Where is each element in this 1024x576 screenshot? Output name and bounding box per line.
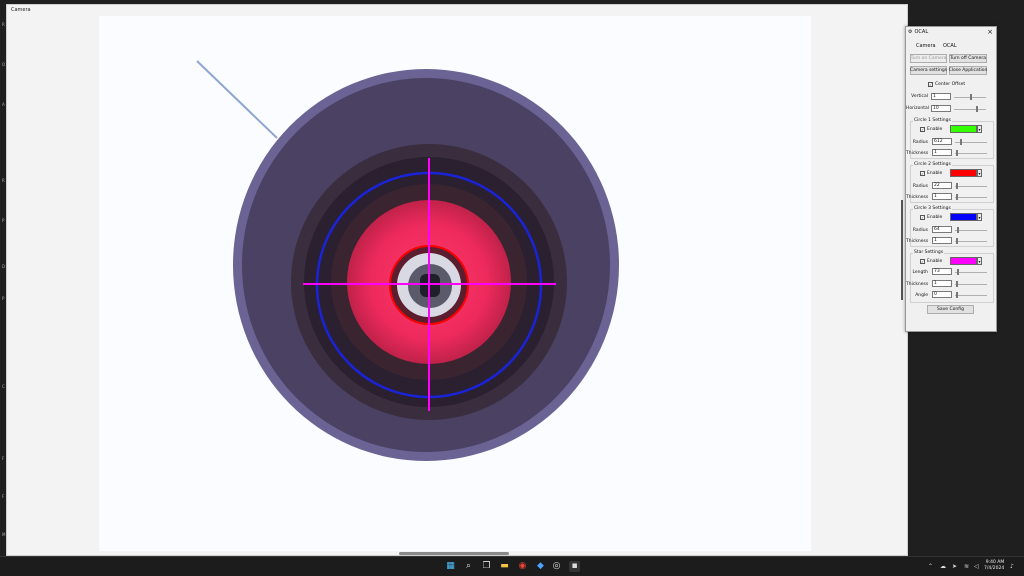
close-application-button[interactable]: Close Application bbox=[949, 66, 987, 75]
star-enable-checkbox[interactable]: ✓ Enable bbox=[920, 259, 942, 264]
vertical-label: Vertical bbox=[911, 94, 928, 99]
camera-app-icon[interactable]: ▪ bbox=[569, 561, 580, 572]
star-length-input[interactable]: 73 bbox=[932, 268, 952, 275]
star-color-swatch[interactable] bbox=[950, 257, 977, 265]
app-icon-2[interactable]: ◎ bbox=[551, 561, 562, 572]
circle-1-thickness-slider[interactable] bbox=[955, 150, 987, 156]
cloud-icon[interactable]: ☁ bbox=[940, 563, 946, 570]
camera-window: Camera bbox=[6, 4, 908, 556]
enable-label: Enable bbox=[927, 127, 943, 132]
tab-ocal[interactable]: OCAL bbox=[943, 43, 957, 49]
ocal-panel: ⚙ OCAL × Camera OCAL Turn on Camera Turn… bbox=[905, 26, 997, 332]
enable-label: Enable bbox=[927, 215, 943, 220]
radius-label: Radius bbox=[912, 184, 928, 189]
enable-label: Enable bbox=[927, 259, 943, 264]
vertical-input[interactable]: 1 bbox=[931, 93, 951, 100]
thickness-label: Thickness bbox=[906, 239, 929, 244]
chevron-down-icon[interactable]: ▾ bbox=[977, 257, 982, 265]
checkbox-box[interactable]: ✓ bbox=[920, 171, 925, 176]
bell-icon[interactable]: ♪ bbox=[1010, 563, 1014, 570]
tab-camera[interactable]: Camera bbox=[916, 43, 936, 49]
circle-3-radius-input[interactable]: 64 bbox=[932, 226, 952, 233]
circle-2-radius-slider[interactable] bbox=[955, 183, 987, 189]
circle-3-title: Circle 3 Settings bbox=[913, 206, 952, 211]
checkbox-box[interactable]: ✓ bbox=[920, 215, 925, 220]
search-icon[interactable]: ⌕ bbox=[463, 561, 474, 572]
ocal-titlebar: ⚙ OCAL bbox=[908, 29, 928, 35]
length-label: Length bbox=[912, 270, 928, 275]
gear-icon: ⚙ bbox=[908, 29, 913, 35]
save-config-button[interactable]: Save Config bbox=[927, 305, 974, 314]
app-icon[interactable]: ◆ bbox=[535, 561, 546, 572]
circle-3-thickness-slider[interactable] bbox=[955, 238, 987, 244]
enable-label: Enable bbox=[927, 171, 943, 176]
circle-1-title: Circle 1 Settings bbox=[913, 118, 952, 123]
circle-3-radius-slider[interactable] bbox=[955, 227, 987, 233]
circle-1-enable-checkbox[interactable]: ✓ Enable bbox=[920, 127, 942, 132]
chevron-down-icon[interactable]: ▾ bbox=[977, 213, 982, 221]
vertical-slider[interactable] bbox=[954, 94, 986, 100]
camera-scrollbar[interactable] bbox=[399, 552, 509, 555]
taskbar: ▦ ⌕ ❐ ▬ ◉ ◆ ◎ ▪ ⌃ ☁ ➤ ≋ ◁ 9:40 AM 7/4/20… bbox=[0, 556, 1024, 576]
ocal-title: OCAL bbox=[914, 29, 929, 35]
angle-label: Angle bbox=[915, 293, 928, 298]
thickness-label: Thickness bbox=[906, 195, 929, 200]
checkbox-box[interactable]: ✓ bbox=[920, 259, 925, 264]
task-view-icon[interactable]: ❐ bbox=[481, 561, 492, 572]
camera-feed[interactable] bbox=[99, 16, 811, 551]
circle-2-enable-checkbox[interactable]: ✓ Enable bbox=[920, 171, 942, 176]
circle-1-radius-input[interactable]: 612 bbox=[932, 138, 952, 145]
circle-2-radius-input[interactable]: 22 bbox=[932, 182, 952, 189]
circle-2-thickness-slider[interactable] bbox=[955, 194, 987, 200]
circle-3-enable-checkbox[interactable]: ✓ Enable bbox=[920, 215, 942, 220]
clock-date: 7/4/2024 bbox=[984, 566, 1005, 571]
circle-2-title: Circle 2 Settings bbox=[913, 162, 952, 167]
turn-off-camera-button[interactable]: Turn off Camera bbox=[949, 54, 987, 63]
checkbox-box[interactable]: ✓ bbox=[928, 82, 933, 87]
horizontal-label: Horizontal bbox=[906, 106, 929, 111]
thickness-label: Thickness bbox=[906, 151, 929, 156]
chevron-up-icon[interactable]: ⌃ bbox=[928, 563, 933, 570]
star-thickness-slider[interactable] bbox=[955, 281, 987, 287]
chevron-down-icon[interactable]: ▾ bbox=[977, 169, 982, 177]
send-icon[interactable]: ➤ bbox=[952, 563, 957, 570]
circle-3-thickness-input[interactable]: 1 bbox=[932, 237, 952, 244]
center-offset-label: Center Offset bbox=[935, 82, 966, 87]
clock[interactable]: 9:40 AM 7/4/2024 bbox=[984, 560, 1004, 572]
circle-2-color-swatch[interactable] bbox=[950, 169, 977, 177]
circle-1-thickness-input[interactable]: 1 bbox=[932, 149, 952, 156]
volume-icon[interactable]: ◁ bbox=[974, 563, 979, 570]
circle-1-color-swatch[interactable] bbox=[950, 125, 977, 133]
star-thickness-input[interactable]: 1 bbox=[932, 280, 952, 287]
star-length-slider[interactable] bbox=[955, 269, 987, 275]
circle-2-thickness-input[interactable]: 1 bbox=[932, 193, 952, 200]
circle-3-color-swatch[interactable] bbox=[950, 213, 977, 221]
fiber-strand bbox=[196, 60, 278, 139]
radius-label: Radius bbox=[912, 228, 928, 233]
star-title: Star Settings bbox=[913, 250, 945, 255]
thickness-label: Thickness bbox=[906, 282, 929, 287]
circle-1-radius-slider[interactable] bbox=[955, 139, 987, 145]
center-offset-checkbox[interactable]: ✓ Center Offset bbox=[928, 82, 965, 87]
horizontal-input[interactable]: 10 bbox=[931, 105, 951, 112]
chevron-down-icon[interactable]: ▾ bbox=[977, 125, 982, 133]
checkbox-box[interactable]: ✓ bbox=[920, 127, 925, 132]
star-angle-input[interactable]: 0 bbox=[932, 291, 952, 298]
vertical-scrollbar[interactable] bbox=[901, 200, 903, 300]
windows-start-icon[interactable]: ▦ bbox=[445, 561, 456, 572]
chrome-icon[interactable]: ◉ bbox=[517, 561, 528, 572]
camera-window-title: Camera bbox=[11, 7, 31, 13]
wifi-icon[interactable]: ≋ bbox=[964, 563, 969, 570]
horizontal-slider[interactable] bbox=[954, 106, 986, 112]
star-angle-slider[interactable] bbox=[955, 292, 987, 298]
camera-image bbox=[196, 60, 619, 461]
camera-settings-button[interactable]: Camera settings bbox=[910, 66, 947, 75]
file-explorer-icon[interactable]: ▬ bbox=[499, 561, 510, 572]
close-icon[interactable]: × bbox=[987, 28, 993, 36]
radius-label: Radius bbox=[912, 140, 928, 145]
turn-on-camera-button[interactable]: Turn on Camera bbox=[910, 54, 947, 63]
